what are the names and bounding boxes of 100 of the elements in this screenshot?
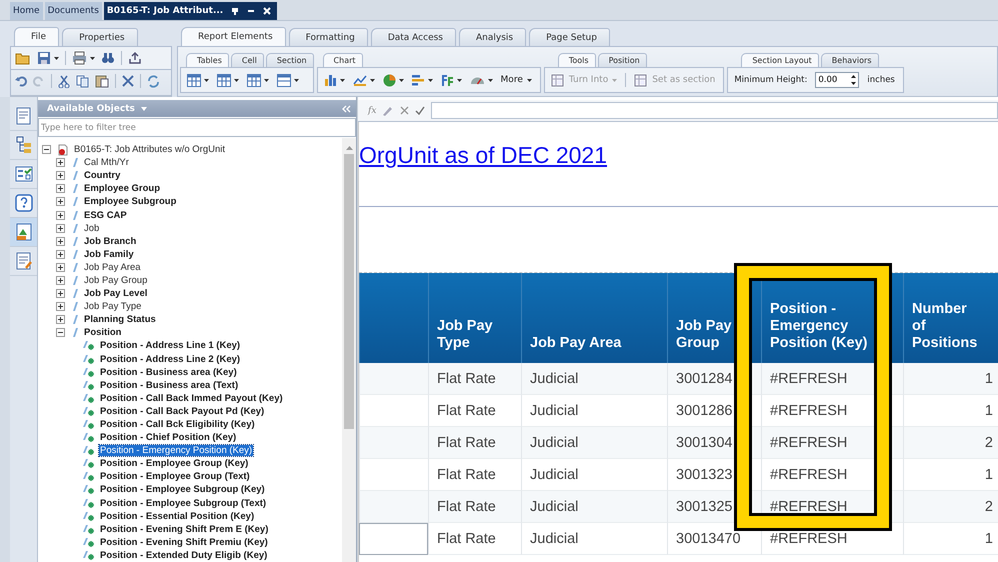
expand-node-icon[interactable] <box>56 197 65 206</box>
ribbon-tab[interactable]: Formatting <box>288 28 368 46</box>
table-type-button[interactable] <box>277 74 299 86</box>
ribbon-tab[interactable]: Tools <box>558 53 596 67</box>
delete-icon[interactable] <box>122 75 134 87</box>
print-button[interactable] <box>72 51 95 65</box>
tree-item[interactable]: Country <box>83 170 122 182</box>
ribbon-tab[interactable]: Position <box>598 53 647 67</box>
tree-item[interactable]: Job Pay Type <box>83 301 142 312</box>
scroll-thumb[interactable] <box>344 154 354 429</box>
pin-icon[interactable] <box>231 7 240 15</box>
ribbon-tab[interactable]: Section Layout <box>741 53 819 67</box>
tree-item[interactable]: Position - Employee Subgroup (Text) <box>99 498 268 509</box>
tree-item[interactable]: Job Branch <box>83 236 138 247</box>
ribbon-tab[interactable]: Behaviors <box>820 53 878 67</box>
tree-item[interactable]: Position - Address Line 1 (Key) <box>99 340 242 352</box>
expand-node-icon[interactable] <box>56 210 65 220</box>
tree-item[interactable]: Position - Extended Duty Eligib (Key) <box>99 550 268 561</box>
height-spinner[interactable]: 0.00 <box>815 72 860 88</box>
chart-type-button[interactable] <box>324 74 345 86</box>
copy-icon[interactable] <box>76 74 89 88</box>
tree-item[interactable]: Position - Call Back Immed Payout (Key) <box>99 392 284 404</box>
tree-item[interactable]: Position - Business area (Key) <box>99 366 238 378</box>
binoculars-icon[interactable] <box>101 51 115 65</box>
cancel-icon[interactable] <box>400 106 410 115</box>
refresh-icon[interactable] <box>147 74 160 88</box>
ribbon-tab[interactable]: Analysis <box>459 28 526 46</box>
tree-item[interactable]: Position - Employee Group (Key) <box>99 458 250 470</box>
tree-item[interactable]: Job <box>83 222 100 234</box>
collapse-node-icon[interactable] <box>42 145 51 154</box>
document-tab[interactable]: B0165-T: Job Attribut... <box>104 2 278 20</box>
collapse-icon[interactable] <box>342 104 351 112</box>
undo-icon[interactable] <box>15 75 27 87</box>
chart-type-button[interactable] <box>440 74 462 86</box>
table-type-button[interactable] <box>187 74 209 86</box>
tree-item[interactable]: Job Family <box>83 248 135 260</box>
expand-node-icon[interactable] <box>56 236 65 246</box>
tree-item[interactable]: Position - Chief Position (Key) <box>99 432 238 444</box>
scissors-icon[interactable] <box>58 74 70 88</box>
navigation-tab[interactable]: Documents <box>44 2 102 20</box>
ribbon-tab[interactable]: Section <box>266 53 314 67</box>
side-panel-button[interactable] <box>10 218 37 247</box>
tree-item[interactable]: Position - Address Line 2 (Key) <box>99 354 242 365</box>
navigation-tab[interactable]: Home <box>10 2 43 20</box>
tree-item[interactable]: Job Pay Level <box>83 288 148 300</box>
table-type-button[interactable] <box>217 74 239 86</box>
expand-node-icon[interactable] <box>56 250 65 259</box>
ribbon-tab[interactable]: Cell <box>230 53 264 67</box>
ribbon-tab[interactable]: File <box>14 27 60 46</box>
ribbon-tab[interactable]: Tables <box>186 53 229 67</box>
tree-item[interactable]: Employee Subgroup <box>83 196 178 208</box>
tree-item[interactable]: Position - Business area (Text) <box>99 380 240 391</box>
expand-node-icon[interactable] <box>56 262 65 272</box>
expand-node-icon[interactable] <box>56 276 65 285</box>
tree-item[interactable]: Employee Group <box>83 183 162 194</box>
paste-icon[interactable] <box>95 74 109 88</box>
expand-node-icon[interactable] <box>56 302 65 312</box>
formula-field[interactable] <box>431 102 998 119</box>
ribbon-tab[interactable]: Page Setup <box>529 28 610 46</box>
chart-type-button[interactable] <box>352 74 375 86</box>
collapse-node-icon[interactable] <box>56 328 65 338</box>
tree-item[interactable]: Position - Evening Shift Premiu (Key) <box>99 536 269 548</box>
tree-item[interactable]: Position - Essential Position (Key) <box>99 510 256 522</box>
tree-item[interactable]: Position - Call Back Payout Pd (Key) <box>99 406 266 417</box>
ribbon-tab[interactable]: Report Elements <box>181 27 286 46</box>
expand-node-icon[interactable] <box>56 171 65 180</box>
tree-item[interactable]: Planning Status <box>83 314 157 326</box>
folder-icon[interactable] <box>15 51 31 65</box>
table-type-button[interactable] <box>247 74 269 86</box>
save-button[interactable] <box>37 51 59 65</box>
ribbon-tab[interactable]: Data Access <box>370 28 456 46</box>
more-button[interactable]: More <box>500 75 532 85</box>
tree-item[interactable]: Cal Mth/Yr <box>83 157 130 168</box>
tree-item[interactable]: Job Pay Group <box>83 274 148 286</box>
report-title-link[interactable]: OrgUnit as of DEC 2021 <box>359 142 608 168</box>
scrollbar[interactable] <box>342 138 356 562</box>
export-icon[interactable] <box>128 51 142 65</box>
chart-type-button[interactable] <box>470 75 493 85</box>
check-icon[interactable] <box>415 106 426 115</box>
expand-node-icon[interactable] <box>56 158 65 168</box>
tree-item[interactable]: Position - Employee Subgroup (Key) <box>99 484 266 496</box>
tree-item[interactable]: Position - Emergency Position (Key) <box>99 445 254 456</box>
ribbon-tab[interactable]: Properties <box>62 28 138 46</box>
tree-item[interactable]: B0165-T: Job Attributes w/o OrgUnit <box>73 144 226 156</box>
tree-item[interactable]: Position - Employee Group (Text) <box>99 471 251 482</box>
expand-node-icon[interactable] <box>56 315 65 324</box>
tree-item[interactable]: Position - Evening Shift Prem E (Key) <box>99 524 270 535</box>
tree-item[interactable]: Position - Call Bck Eligibility (Key) <box>99 419 256 430</box>
tree-item[interactable]: ESG CAP <box>83 210 128 221</box>
chart-type-button[interactable] <box>382 74 404 86</box>
filter-field[interactable]: Type here to filter tree <box>38 118 356 137</box>
expand-node-icon[interactable] <box>56 224 65 233</box>
expand-node-icon[interactable] <box>56 289 65 298</box>
ribbon-tab[interactable]: Chart <box>322 53 363 67</box>
tree-item[interactable]: Position <box>83 327 122 338</box>
tree-item[interactable]: Job Pay Area <box>83 262 142 273</box>
expand-node-icon[interactable] <box>56 184 65 194</box>
close-icon[interactable] <box>263 7 272 15</box>
chart-type-button[interactable] <box>412 74 433 86</box>
minimize-icon[interactable] <box>247 7 256 15</box>
